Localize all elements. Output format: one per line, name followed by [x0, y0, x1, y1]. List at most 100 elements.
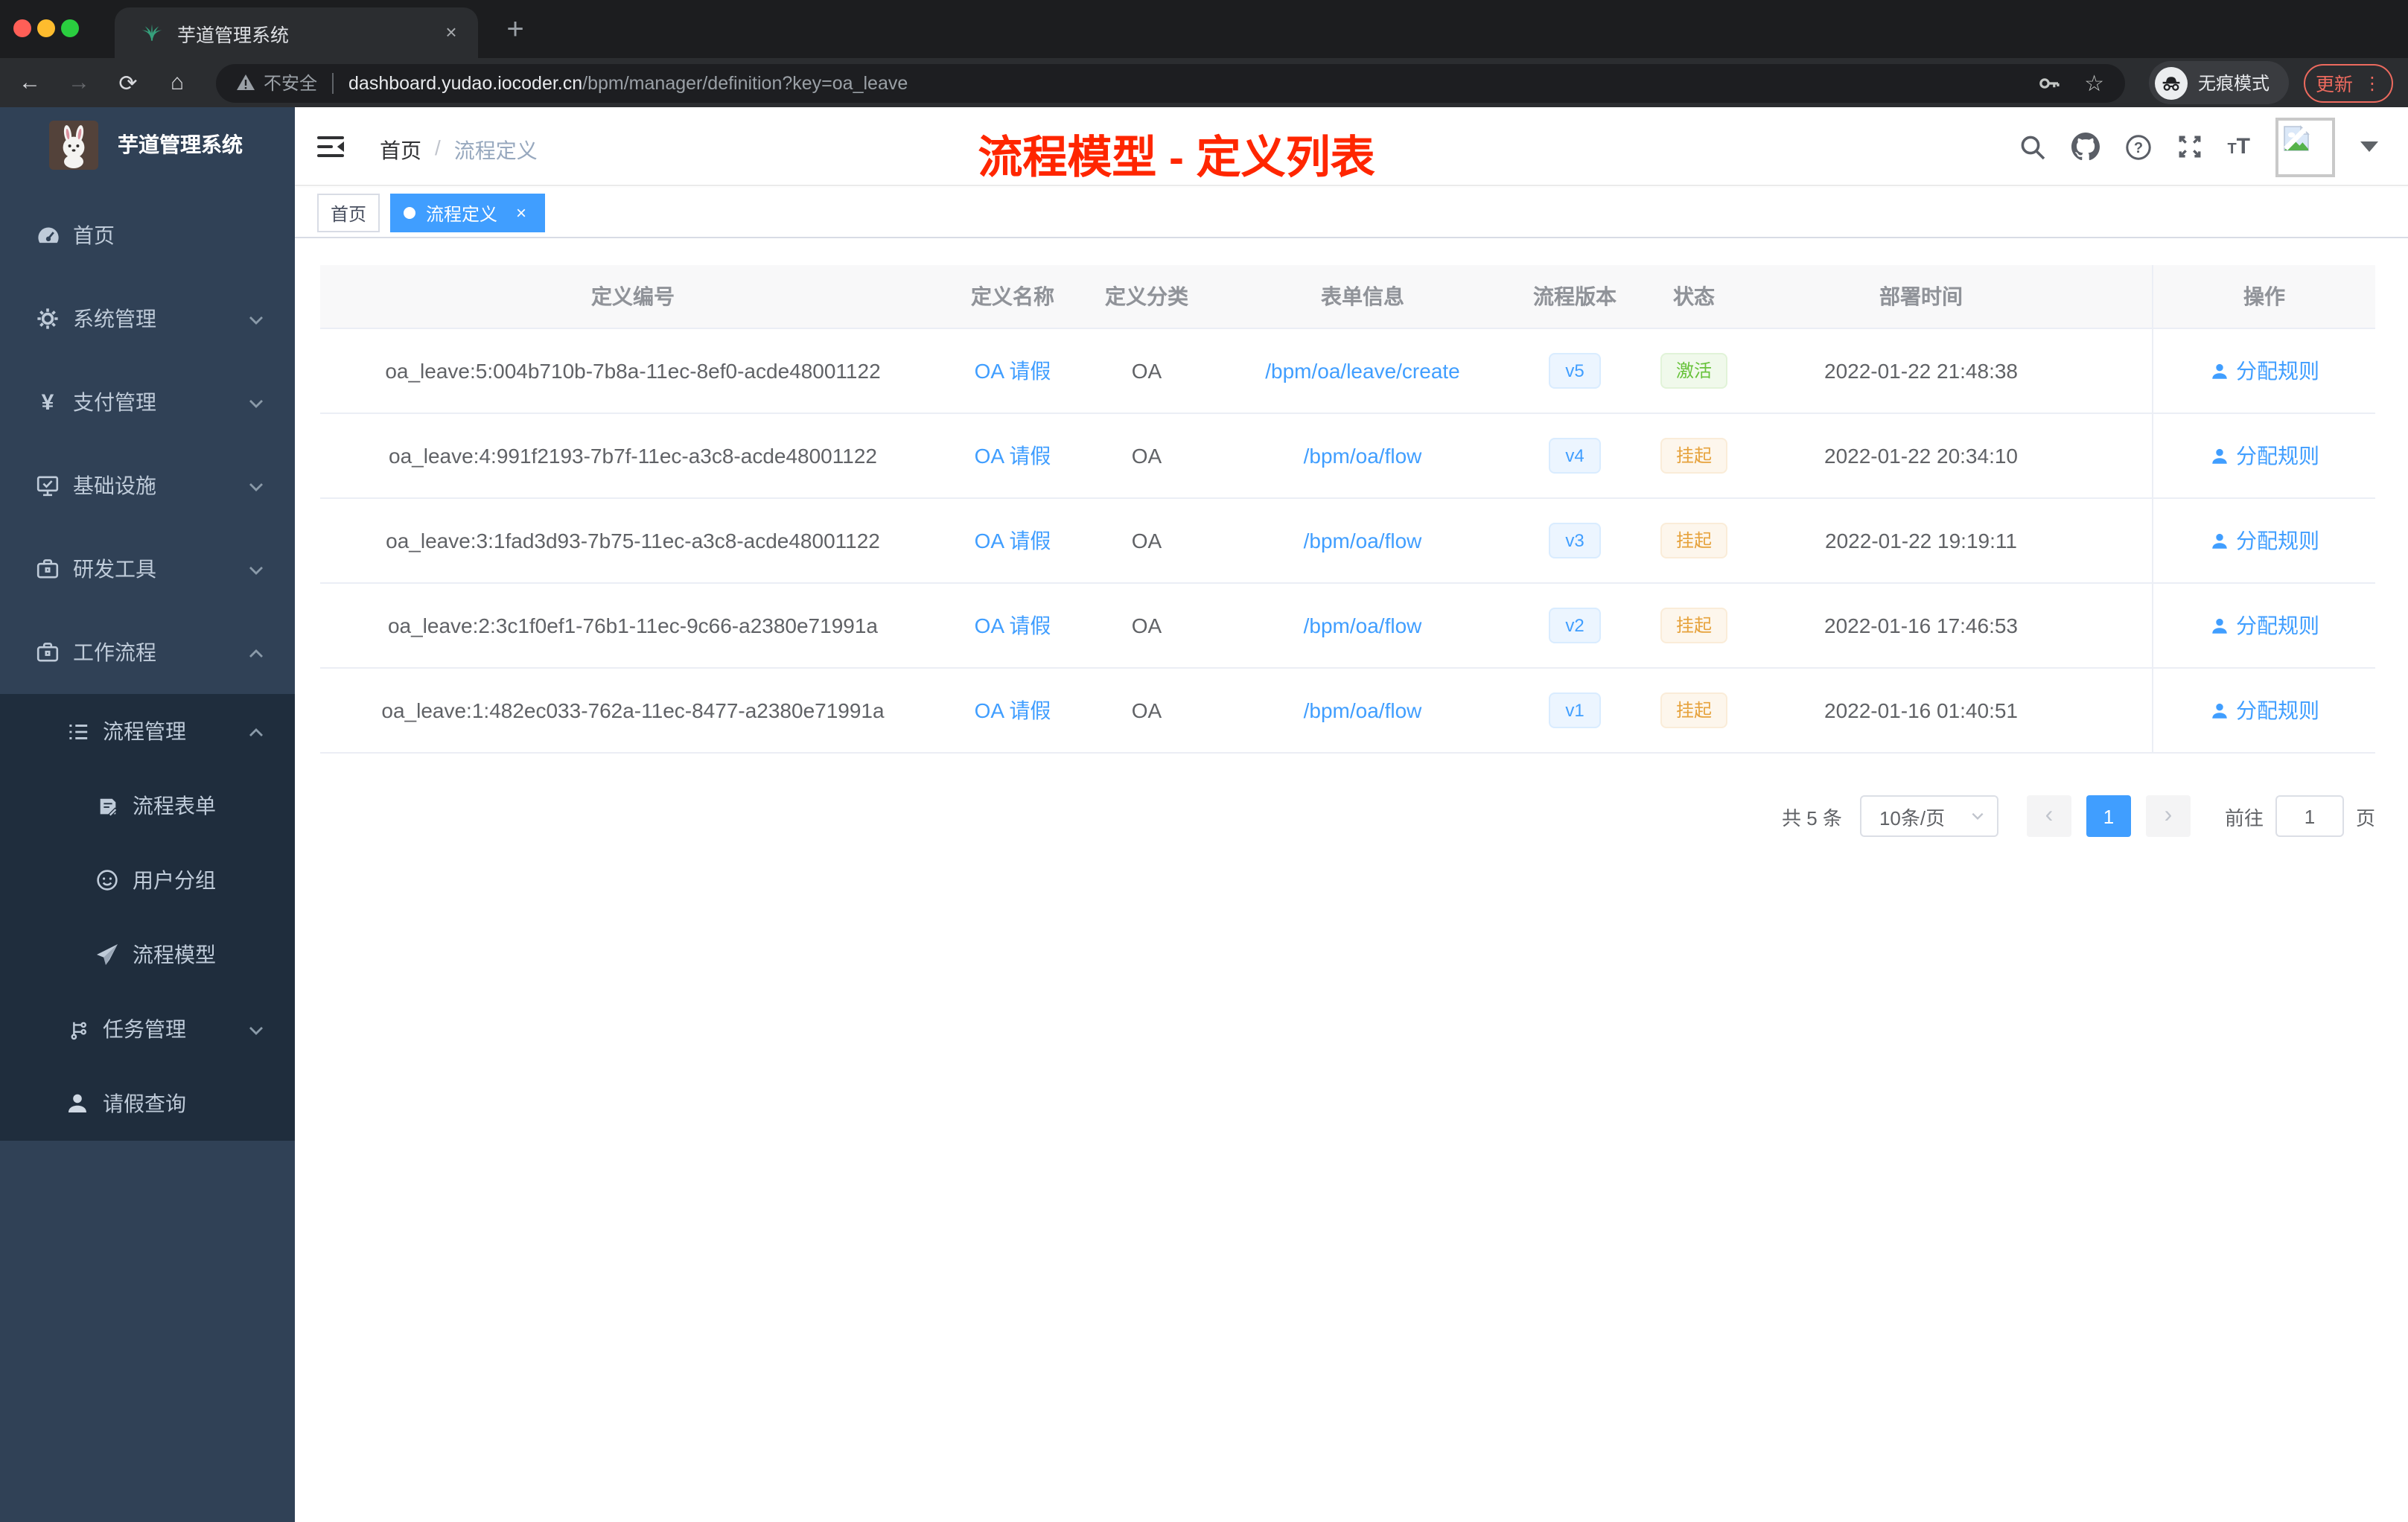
sidebar-item-label: 用户分组	[133, 868, 216, 892]
update-label: 更新	[2315, 74, 2353, 95]
tag-process-definition[interactable]: 流程定义 ×	[390, 194, 546, 232]
sidebar-item-infrastructure[interactable]: 基础设施	[0, 444, 295, 527]
sidebar-item-process-form[interactable]: 流程表单	[0, 768, 295, 843]
page-size-value: 10条/页	[1879, 806, 1946, 829]
reload-icon[interactable]: ⟳	[116, 69, 140, 96]
definition-category: OA	[1131, 698, 1162, 722]
definition-category: OA	[1131, 359, 1162, 383]
next-page-button[interactable]: ›	[2145, 795, 2191, 837]
avatar[interactable]	[2275, 117, 2335, 176]
assign-rule-button[interactable]: 分配规则	[2209, 441, 2319, 471]
sidebar-item-label: 系统管理	[73, 307, 156, 331]
prev-page-button[interactable]: ‹	[2026, 795, 2071, 837]
form-link[interactable]: /bpm/oa/flow	[1304, 444, 1422, 468]
col-header: 状态	[1673, 284, 1715, 308]
forward-icon[interactable]: →	[67, 70, 91, 95]
person-icon	[60, 1092, 95, 1115]
broken-image-icon	[2284, 124, 2310, 150]
security-warning[interactable]: 不安全	[237, 70, 317, 95]
tab-close-icon[interactable]: ×	[439, 21, 463, 45]
col-header: 部署时间	[1879, 284, 1963, 308]
tag-close-icon[interactable]: ×	[511, 203, 532, 223]
back-icon[interactable]: ←	[18, 70, 42, 95]
help-icon[interactable]: ?	[2124, 133, 2151, 160]
search-icon[interactable]	[2019, 133, 2045, 160]
form-link[interactable]: /bpm/oa/leave/create	[1265, 359, 1460, 383]
home-icon[interactable]: ⌂	[165, 70, 189, 95]
sidebar-item-leave-query[interactable]: 请假查询	[0, 1066, 295, 1141]
close-window-button[interactable]	[13, 19, 31, 37]
deploy-time: 2022-01-16 17:46:53	[1824, 614, 2018, 637]
font-size-icon[interactable]: TT	[2227, 134, 2250, 159]
user-icon	[2211, 448, 2226, 463]
url-path: /bpm/manager/definition?key=oa_leave	[582, 72, 908, 93]
browser-tab[interactable]: 芋道管理系统 ×	[115, 7, 478, 58]
sidebar-logo[interactable]: 芋道管理系统	[0, 107, 295, 182]
new-tab-button[interactable]: +	[497, 12, 533, 48]
col-header: 操作	[2152, 265, 2375, 328]
deploy-time: 2022-01-22 20:34:10	[1824, 444, 2018, 468]
assign-rule-button[interactable]: 分配规则	[2209, 356, 2319, 386]
definition-name-link[interactable]: OA 请假	[975, 359, 1051, 383]
col-header: 定义编号	[591, 284, 675, 308]
screenshot-root: 芋道管理系统 × + ← → ⟳ ⌂ 不安全 dashboard.yudao.i…	[0, 0, 2408, 1522]
chevron-down-icon	[247, 393, 265, 417]
address-bar[interactable]: 不安全 dashboard.yudao.iocoder.cn/bpm/manag…	[216, 63, 2125, 102]
sidebar-item-system[interactable]: 系统管理	[0, 277, 295, 360]
definition-name-link[interactable]: OA 请假	[975, 444, 1051, 468]
sidebar-item-dev-tools[interactable]: 研发工具	[0, 527, 295, 611]
key-icon[interactable]	[2036, 71, 2060, 95]
goto-unit: 页	[2355, 806, 2375, 829]
sidebar-item-home[interactable]: 首页	[0, 194, 295, 277]
definition-name-link[interactable]: OA 请假	[975, 614, 1051, 637]
tab-title: 芋道管理系统	[177, 25, 290, 45]
sidebar-item-user-group[interactable]: 用户分组	[0, 843, 295, 917]
page-size-select[interactable]: 10条/页	[1859, 795, 1998, 837]
tag-home[interactable]: 首页	[317, 194, 380, 232]
breadcrumb-separator: /	[435, 136, 441, 159]
fullscreen-icon[interactable]	[2176, 134, 2202, 159]
form-link[interactable]: /bpm/oa/flow	[1304, 529, 1422, 553]
sidebar-collapse-icon[interactable]	[317, 136, 344, 165]
status-badge: 挂起	[1660, 692, 1727, 728]
status-badge: 激活	[1660, 353, 1727, 389]
sidebar-item-label: 流程管理	[103, 719, 186, 743]
sidebar-item-process-model[interactable]: 流程模型	[0, 917, 295, 992]
table-row: oa_leave:3:1fad3d93-7b75-11ec-a3c8-acde4…	[320, 499, 2375, 584]
user-group-icon	[89, 868, 125, 892]
assign-rule-button[interactable]: 分配规则	[2209, 695, 2319, 725]
sidebar-item-process-management[interactable]: 流程管理	[0, 694, 295, 768]
browser-update-button[interactable]: 更新 ⋮	[2304, 63, 2393, 102]
sidebar-item-label: 工作流程	[73, 640, 156, 664]
bookmark-star-icon[interactable]: ☆	[2084, 69, 2104, 96]
browser-menu-kebab-icon[interactable]: ⋮	[2363, 72, 2381, 93]
sidebar-item-label: 流程表单	[133, 794, 216, 818]
favicon-plant-icon	[140, 21, 164, 45]
github-icon[interactable]	[2071, 133, 2100, 161]
tag-label: 流程定义	[426, 203, 498, 224]
table-row: oa_leave:4:991f2193-7b7f-11ec-a3c8-acde4…	[320, 414, 2375, 499]
definition-category: OA	[1131, 614, 1162, 637]
minimize-window-button[interactable]	[37, 19, 55, 37]
sidebar-item-payment[interactable]: ¥ 支付管理	[0, 360, 295, 444]
assign-rule-button[interactable]: 分配规则	[2209, 526, 2319, 555]
definition-name-link[interactable]: OA 请假	[975, 529, 1051, 553]
chevron-up-icon	[247, 643, 265, 667]
form-link[interactable]: /bpm/oa/flow	[1304, 698, 1422, 722]
breadcrumb-home[interactable]: 首页	[380, 136, 421, 165]
form-link[interactable]: /bpm/oa/flow	[1304, 614, 1422, 637]
sidebar-item-task-management[interactable]: 任务管理	[0, 992, 295, 1066]
chevron-down-icon	[247, 477, 265, 500]
deploy-time: 2022-01-22 19:19:11	[1825, 529, 2017, 553]
assign-rule-button[interactable]: 分配规则	[2209, 611, 2319, 640]
sidebar-item-label: 请假查询	[103, 1092, 186, 1115]
definition-name-link[interactable]: OA 请假	[975, 698, 1051, 722]
definition-id: oa_leave:1:482ec033-762a-11ec-8477-a2380…	[381, 698, 885, 722]
avatar-dropdown-caret-icon[interactable]	[2360, 141, 2378, 152]
briefcase-icon	[30, 640, 66, 664]
sidebar-item-workflow[interactable]: 工作流程	[0, 611, 295, 694]
goto-page-input[interactable]	[2275, 795, 2344, 837]
zoom-window-button[interactable]	[61, 19, 79, 37]
page-number-1[interactable]: 1	[2086, 795, 2131, 837]
sidebar-item-label: 任务管理	[103, 1017, 186, 1041]
